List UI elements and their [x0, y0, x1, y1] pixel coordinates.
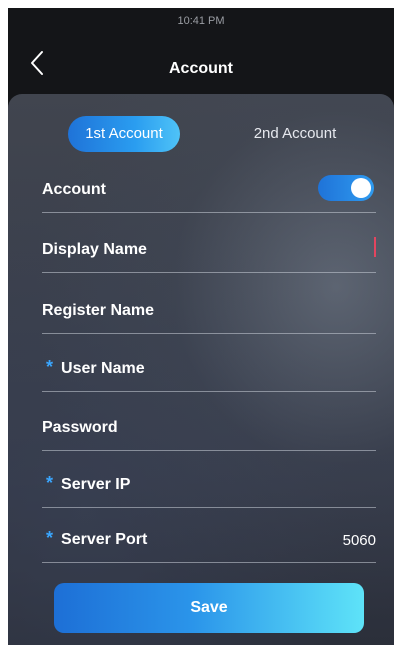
page-title: Account — [169, 60, 233, 77]
display-name-label: Display Name — [42, 241, 147, 258]
register-name-row: Register Name — [42, 276, 376, 334]
divider — [42, 212, 376, 213]
divider — [42, 272, 376, 273]
tab-2nd-account[interactable]: 2nd Account — [236, 116, 354, 152]
register-name-label: Register Name — [42, 302, 155, 319]
user-name-label: User Name — [61, 360, 145, 377]
register-name-input[interactable] — [172, 282, 376, 328]
required-mark: * — [46, 357, 54, 377]
account-tabs: 1st Account 2nd Account — [8, 116, 394, 152]
account-row: Account — [42, 155, 376, 213]
server-port-label-wrap: * Server Port — [42, 528, 147, 549]
display-name-row: Display Name — [42, 215, 376, 273]
password-row: Password — [42, 393, 376, 451]
required-mark: * — [46, 528, 54, 548]
account-toggle[interactable] — [318, 175, 374, 201]
user-name-label-wrap: * User Name — [42, 357, 145, 378]
header: Account — [8, 34, 394, 96]
server-ip-label-wrap: * Server IP — [42, 473, 130, 494]
user-name-input[interactable] — [172, 340, 376, 386]
password-input[interactable] — [172, 399, 376, 445]
server-ip-label: Server IP — [61, 476, 131, 493]
server-port-row: * Server Port 5060 — [42, 505, 376, 563]
server-port-label: Server Port — [61, 531, 148, 548]
toggle-knob — [351, 178, 371, 198]
save-button[interactable]: Save — [54, 583, 364, 633]
display-name-input[interactable] — [172, 221, 376, 267]
required-mark: * — [46, 473, 54, 493]
server-port-value: 5060 — [342, 532, 376, 549]
server-ip-row: * Server IP — [42, 450, 376, 508]
server-ip-input[interactable] — [172, 456, 376, 502]
account-panel: 1st Account 2nd Account Account Display … — [8, 94, 394, 645]
tab-1st-account[interactable]: 1st Account — [68, 116, 180, 152]
status-bar-time: 10:41 PM — [177, 15, 225, 27]
device-screen: 10:41 PM Account 1st Account 2nd Account… — [8, 8, 394, 645]
divider — [42, 391, 376, 392]
password-label: Password — [42, 419, 118, 436]
account-label: Account — [42, 181, 106, 198]
divider — [42, 562, 376, 563]
text-cursor — [374, 237, 376, 257]
user-name-row: * User Name — [42, 334, 376, 392]
